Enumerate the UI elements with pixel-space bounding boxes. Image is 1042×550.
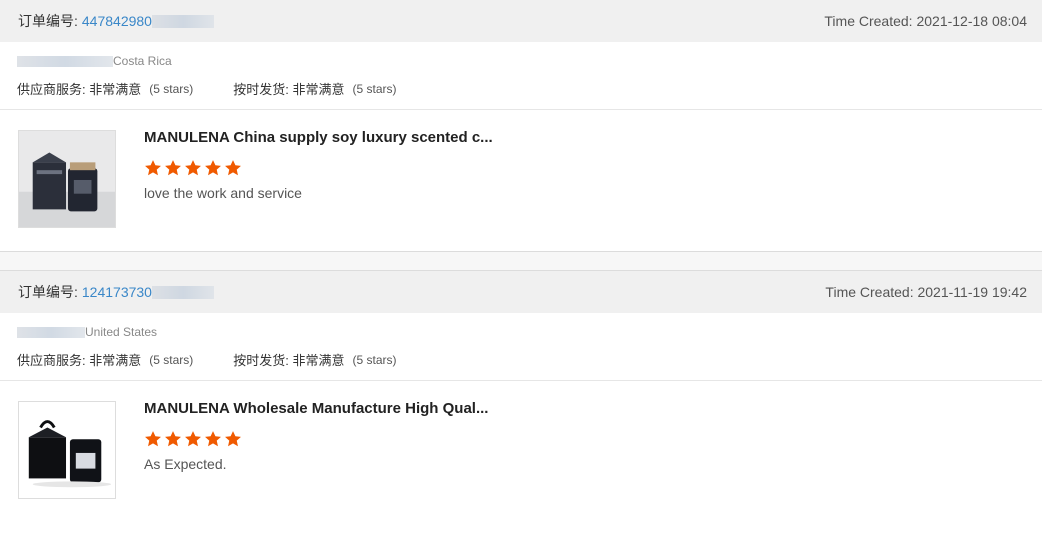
- supplier-service-label: 供应商服务:: [17, 82, 86, 97]
- product-thumbnail[interactable]: [18, 130, 116, 228]
- order-number-label: 订单编号:: [18, 284, 78, 300]
- supplier-service-label: 供应商服务:: [17, 353, 86, 368]
- order-number: 订单编号: 447842980: [18, 11, 214, 31]
- product-title[interactable]: MANULENA China supply soy luxury scented…: [144, 130, 493, 146]
- star-icon: [185, 160, 201, 176]
- candle-gift-box-image: [19, 402, 115, 498]
- shipping-label: 按时发货:: [233, 82, 289, 97]
- supplier-service-value: 非常满意: [89, 82, 142, 97]
- order-id-link[interactable]: 447842980: [82, 13, 152, 29]
- shipping-value: 非常满意: [292, 353, 345, 368]
- ratings-row: 供应商服务: 非常满意 (5 stars) 按时发货: 非常满意 (5 stars): [17, 79, 1042, 98]
- star-rating: [144, 430, 488, 448]
- supplier-service-stars: (5 stars): [149, 81, 194, 96]
- supplier-service-value: 非常满意: [89, 353, 142, 368]
- product-row: MANULENA Wholesale Manufacture High Qual…: [0, 381, 1042, 522]
- product-info: MANULENA China supply soy luxury scented…: [144, 130, 493, 251]
- order-number: 订单编号: 124173730: [18, 282, 214, 302]
- redacted-mask: [151, 14, 214, 28]
- supplier-service-rating: 供应商服务: 非常满意 (5 stars): [17, 79, 193, 98]
- star-icon: [145, 160, 161, 176]
- buyer-country: United States: [85, 325, 158, 339]
- order-header: 订单编号: 447842980 Time Created: 2021-12-18 …: [0, 0, 1042, 42]
- shipping-value: 非常满意: [292, 82, 345, 97]
- order-card: 订单编号: 447842980 Time Created: 2021-12-18 …: [0, 0, 1042, 251]
- star-icon: [145, 431, 161, 447]
- star-icon: [165, 431, 181, 447]
- shipping-rating: 按时发货: 非常满意 (5 stars): [233, 79, 396, 98]
- star-rating: [144, 159, 493, 177]
- star-icon: [205, 431, 221, 447]
- buyer-location: Costa Rica: [17, 54, 1042, 68]
- star-icon: [205, 160, 221, 176]
- supplier-service-stars: (5 stars): [149, 352, 194, 367]
- buyer-info: Costa Rica 供应商服务: 非常满意 (5 stars) 按时发货: 非常…: [0, 42, 1042, 110]
- buyer-country: Costa Rica: [113, 54, 172, 68]
- review-comment: love the work and service: [144, 185, 302, 201]
- supplier-service-rating: 供应商服务: 非常满意 (5 stars): [17, 350, 193, 369]
- star-icon: [185, 431, 201, 447]
- shipping-stars: (5 stars): [352, 81, 397, 96]
- product-title[interactable]: MANULENA Wholesale Manufacture High Qual…: [144, 401, 488, 417]
- product-row: MANULENA China supply soy luxury scented…: [0, 110, 1042, 251]
- shipping-rating: 按时发货: 非常满意 (5 stars): [233, 350, 396, 369]
- buyer-info: United States 供应商服务: 非常满意 (5 stars) 按时发货:…: [0, 313, 1042, 381]
- star-icon: [225, 431, 241, 447]
- redacted-buyer-name: [17, 326, 85, 338]
- order-separator: [0, 251, 1042, 271]
- order-id-link[interactable]: 124173730: [82, 284, 152, 300]
- time-created: Time Created: 2021-12-18 08:04: [824, 13, 1027, 29]
- star-icon: [225, 160, 241, 176]
- star-icon: [165, 160, 181, 176]
- shipping-stars: (5 stars): [352, 352, 397, 367]
- ratings-row: 供应商服务: 非常满意 (5 stars) 按时发货: 非常满意 (5 stars): [17, 350, 1042, 369]
- buyer-location: United States: [17, 325, 1042, 339]
- order-header: 订单编号: 124173730 Time Created: 2021-11-19 …: [0, 271, 1042, 313]
- redacted-buyer-name: [17, 55, 113, 67]
- time-created: Time Created: 2021-11-19 19:42: [825, 284, 1027, 300]
- product-info: MANULENA Wholesale Manufacture High Qual…: [144, 401, 488, 522]
- candle-image: [19, 131, 115, 227]
- shipping-label: 按时发货:: [233, 353, 289, 368]
- order-card: 订单编号: 124173730 Time Created: 2021-11-19 …: [0, 271, 1042, 522]
- product-thumbnail[interactable]: [18, 401, 116, 499]
- review-comment: As Expected.: [144, 456, 227, 472]
- redacted-mask: [151, 285, 214, 299]
- order-number-label: 订单编号:: [18, 13, 78, 29]
